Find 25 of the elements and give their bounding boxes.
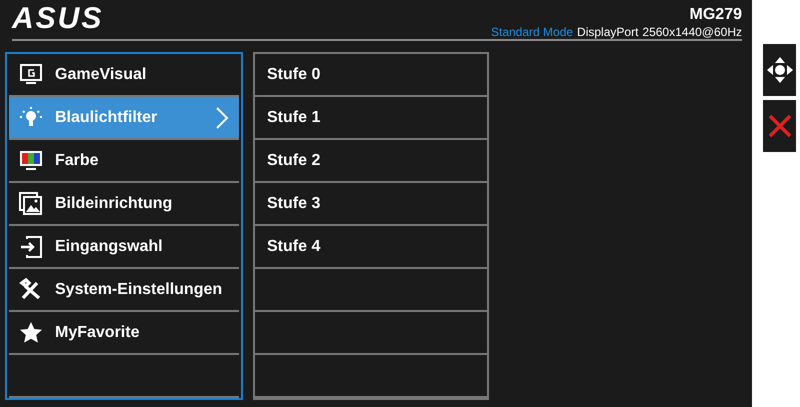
input-icon — [19, 234, 43, 258]
menu-item[interactable]: System-Einstellungen — [9, 269, 239, 312]
color-monitor-icon — [19, 148, 43, 172]
submenu-item[interactable]: Stufe 0 — [255, 54, 487, 97]
model-name: MG279 — [688, 7, 742, 23]
resolution-label: 2560x1440@60Hz — [642, 26, 742, 38]
star-icon — [19, 320, 43, 344]
brand-logo: ASUS — [12, 4, 104, 37]
monitor-icon — [19, 62, 43, 86]
submenu-item[interactable]: Stufe 3 — [255, 183, 487, 226]
input-label: DisplayPort — [577, 26, 638, 38]
move-icon — [766, 57, 792, 83]
move-button[interactable] — [763, 44, 796, 96]
submenu-item[interactable]: Stufe 4 — [255, 226, 487, 269]
chevron-right-icon — [215, 106, 229, 128]
close-button[interactable] — [763, 100, 796, 152]
menu-item[interactable]: Bildeinrichtung — [9, 183, 239, 226]
close-icon — [768, 114, 792, 138]
menu-item[interactable]: Farbe — [9, 140, 239, 183]
mode-label: Standard Mode — [490, 26, 574, 38]
menu-item[interactable]: Eingangswahl — [9, 226, 239, 269]
submenu-item[interactable]: Stufe 2 — [255, 140, 487, 183]
image-icon — [19, 192, 43, 216]
menu-item[interactable]: MyFavorite — [9, 312, 239, 355]
submenu-item[interactable]: Stufe 1 — [255, 97, 487, 140]
